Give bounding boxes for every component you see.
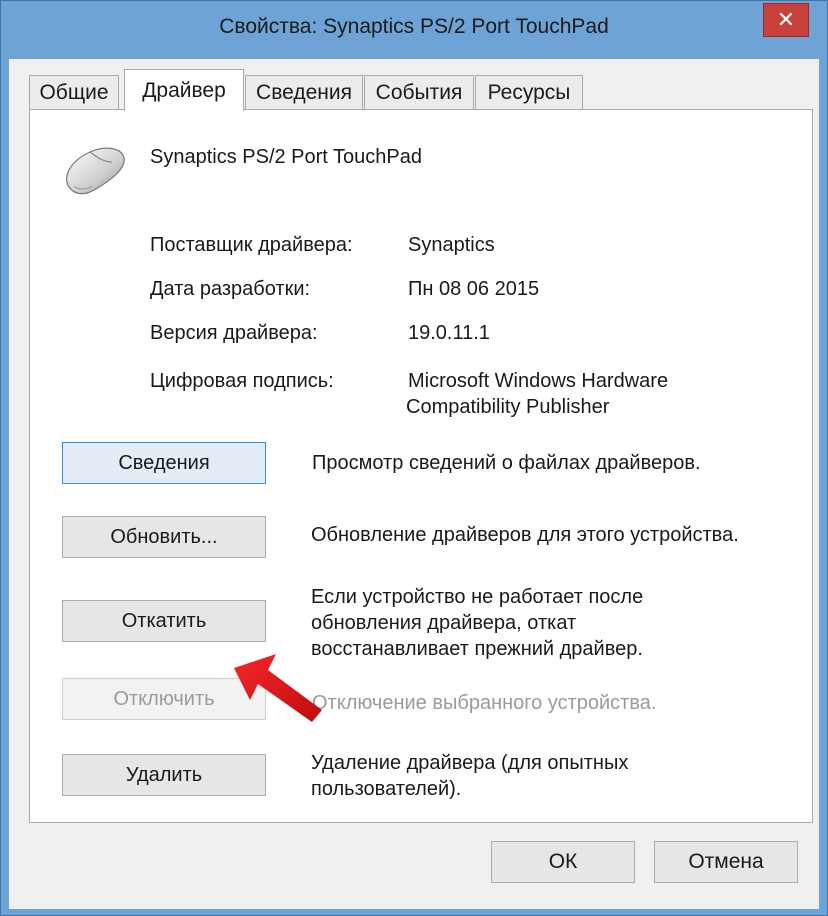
version-value: 19.0.11.1 xyxy=(408,322,490,344)
update-driver-description: Обновление драйверов для этого устройств… xyxy=(311,524,739,546)
signature-label: Цифровая подпись: xyxy=(150,370,334,392)
rollback-desc-line-2: обновления драйвера, откат xyxy=(311,612,577,634)
title-bar[interactable]: Свойства: Synaptics PS/2 Port TouchPad ✕ xyxy=(1,1,827,59)
tab-details-label: Сведения xyxy=(256,80,352,104)
properties-window: Свойства: Synaptics PS/2 Port TouchPad ✕… xyxy=(0,0,828,916)
disable-device-button-label: Отключить xyxy=(113,687,215,710)
driver-details-description: Просмотр сведений о файлах драйверов. xyxy=(312,452,701,474)
tab-resources-label: Ресурсы xyxy=(487,80,571,104)
driver-details-button-label: Сведения xyxy=(118,451,210,474)
uninstall-driver-description: Удаление драйвера (для опытных пользоват… xyxy=(311,750,781,802)
uninstall-driver-button-label: Удалить xyxy=(125,763,203,786)
date-value: Пн 08 06 2015 xyxy=(408,278,540,300)
uninstall-desc-line-2: пользователей). xyxy=(311,778,462,800)
tab-events-label: События xyxy=(375,80,463,104)
disable-device-description: Отключение выбранного устройства. xyxy=(312,692,657,714)
close-button[interactable]: ✕ xyxy=(763,3,809,37)
ok-button-label: ОК xyxy=(548,850,578,873)
date-label: Дата разработки: xyxy=(150,278,311,300)
version-label: Версия драйвера: xyxy=(150,322,318,344)
signature-value-line2: Compatibility Publisher xyxy=(406,396,610,418)
mouse-icon xyxy=(66,147,125,195)
update-driver-button[interactable]: Обновить... xyxy=(62,516,266,558)
cancel-button[interactable]: Отмена xyxy=(654,841,798,883)
tab-general-label: Общие xyxy=(39,80,109,104)
rollback-driver-button-label: Откатить xyxy=(121,609,207,632)
tab-events[interactable]: События xyxy=(364,75,474,109)
rollback-driver-button[interactable]: Откатить xyxy=(62,600,266,642)
cancel-button-label: Отмена xyxy=(688,850,764,873)
tab-driver[interactable]: Драйвер xyxy=(124,69,244,111)
driver-tab-panel: Synaptics PS/2 Port TouchPad Поставщик д… xyxy=(29,109,813,823)
provider-label: Поставщик драйвера: xyxy=(150,234,353,256)
device-name: Synaptics PS/2 Port TouchPad xyxy=(150,146,423,168)
provider-value: Synaptics xyxy=(408,234,495,256)
tab-driver-label: Драйвер xyxy=(142,78,226,102)
ok-button[interactable]: ОК xyxy=(491,841,635,883)
rollback-driver-description: Если устройство не работает после обновл… xyxy=(311,584,781,662)
update-driver-button-label: Обновить... xyxy=(110,525,218,548)
tab-resources[interactable]: Ресурсы xyxy=(475,75,583,109)
uninstall-driver-button[interactable]: Удалить xyxy=(62,754,266,796)
dialog-client-area: Общие Драйвер Сведения События Ресурсы S… xyxy=(9,59,819,909)
signature-value-line1: Microsoft Windows Hardware xyxy=(408,370,669,392)
tab-details[interactable]: Сведения xyxy=(245,75,363,109)
tab-general[interactable]: Общие xyxy=(29,75,119,109)
uninstall-desc-line-1: Удаление драйвера (для опытных xyxy=(311,752,629,774)
rollback-desc-line-3: восстанавливает прежний драйвер. xyxy=(311,638,643,660)
driver-details-button[interactable]: Сведения xyxy=(62,442,266,484)
rollback-desc-line-1: Если устройство не работает после xyxy=(311,586,644,608)
close-icon: ✕ xyxy=(776,7,796,32)
red-arrow-annotation xyxy=(234,654,322,722)
window-title: Свойства: Synaptics PS/2 Port TouchPad xyxy=(219,15,609,38)
